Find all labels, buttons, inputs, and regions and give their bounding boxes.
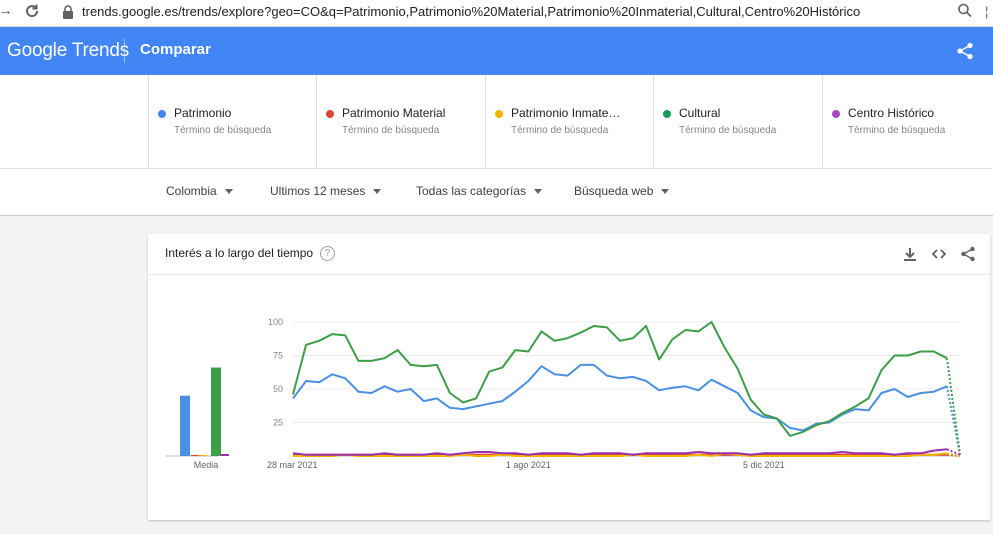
reload-icon[interactable]: [24, 3, 40, 19]
period-dropdown[interactable]: Ultimos 12 meses: [270, 184, 382, 198]
term-name: Patrimonio: [174, 106, 232, 120]
term-type: Término de búsqueda: [342, 125, 440, 136]
dropdown-arrow-icon: [224, 189, 233, 195]
lock-icon[interactable]: [62, 5, 74, 19]
y-tick-label: 75: [273, 351, 283, 361]
term-patrimonio-inmaterial[interactable]: Patrimonio Inmate… Término de búsqueda: [485, 75, 653, 169]
filter-bar: Colombia Ultimos 12 meses Todas las cate…: [0, 169, 993, 216]
series-color-dot: [663, 110, 671, 118]
google-trends-logo[interactable]: Google Trends: [7, 40, 129, 62]
interest-over-time-card: Interés a lo largo del tiempo ? 25 50 75 10…: [148, 234, 990, 520]
series-color-dot: [495, 110, 503, 118]
term-type: Término de búsqueda: [511, 125, 609, 136]
search-type-dropdown[interactable]: Búsqueda web: [574, 184, 670, 198]
dropdown-arrow-icon: [373, 189, 382, 195]
x-tick-label: 5 dic 2021: [743, 460, 785, 470]
average-bar-cultural: [211, 367, 221, 456]
series-color-dot: [158, 110, 166, 118]
average-bar-patrimonio: [180, 395, 190, 456]
address-bar[interactable]: trends.google.es/trends/explore?geo=CO&q…: [82, 4, 860, 19]
x-tick-label: 28 mar 2021: [267, 460, 318, 470]
category-dropdown[interactable]: Todas las categorías: [416, 184, 543, 198]
series-line-patrimonio: [292, 363, 948, 432]
search-terms: Patrimonio Término de búsqueda Patrimoni…: [0, 75, 993, 169]
term-type: Término de búsqueda: [848, 125, 946, 136]
header-divider: [124, 39, 125, 63]
zoom-icon[interactable]: [957, 2, 973, 20]
term-type: Término de búsqueda: [174, 125, 272, 136]
average-label: Media: [194, 460, 219, 470]
average-bar-centro-histrico: [221, 454, 229, 456]
average-bar-patrimonio-inmaterial: [199, 455, 207, 456]
y-tick-label: 50: [273, 384, 283, 394]
term-cultural[interactable]: Cultural Término de búsqueda: [653, 75, 821, 169]
term-name: Patrimonio Inmate…: [511, 106, 621, 120]
series-partial-patrimonio: [945, 386, 961, 455]
y-tick-label: 25: [273, 418, 283, 428]
interest-chart: 25 50 75 100 28 mar 2021 1 ago 2021 5 dic 2021…: [166, 317, 961, 470]
term-name: Centro Histórico: [848, 106, 935, 120]
average-bar-patrimonio-material: [191, 455, 199, 456]
browser-bar: → trends.google.es/trends/explore?geo=CO…: [0, 0, 993, 27]
share-icon[interactable]: [956, 42, 974, 60]
forward-icon[interactable]: →: [0, 2, 13, 19]
series-color-dot: [326, 110, 334, 118]
region-dropdown[interactable]: Colombia: [166, 184, 233, 198]
y-tick-label: 100: [268, 317, 283, 327]
dropdown-arrow-icon: [661, 189, 670, 195]
series-color-dot: [832, 110, 840, 118]
term-name: Cultural: [679, 106, 721, 120]
term-patrimonio-material[interactable]: Patrimonio Material Término de búsqueda: [316, 75, 484, 169]
extension-icon[interactable]: ¦: [985, 4, 988, 19]
term-centro-historico[interactable]: Centro Histórico Término de búsqueda: [822, 75, 993, 169]
dropdown-arrow-icon: [534, 189, 543, 195]
series-partial-cultural: [945, 358, 961, 455]
app-header: Google Trends Comparar: [0, 27, 993, 75]
x-tick-label: 1 ago 2021: [506, 460, 551, 470]
page-title: Comparar: [140, 41, 211, 58]
term-type: Término de búsqueda: [679, 125, 777, 136]
term-name: Patrimonio Material: [342, 106, 446, 120]
series-partial-centro-histrico: [946, 448, 961, 456]
term-patrimonio[interactable]: Patrimonio Término de búsqueda: [148, 75, 316, 169]
